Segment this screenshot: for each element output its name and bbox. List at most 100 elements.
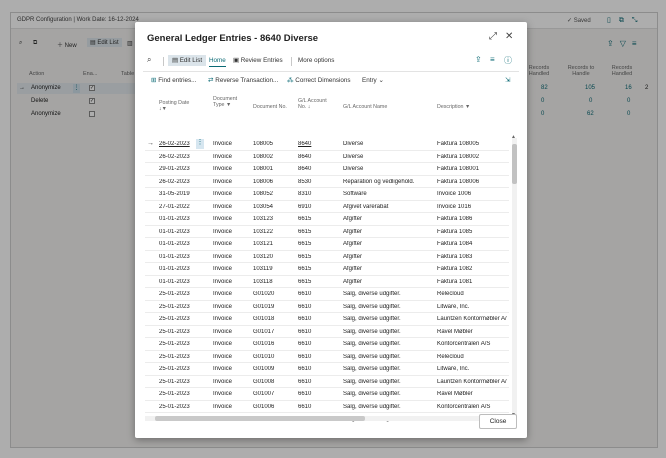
cell-acct[interactable]: 8640 [298,154,338,160]
cell-doc[interactable]: G01017 [253,329,293,335]
cell-date[interactable]: 25-01-2023 [159,329,199,335]
more-options-button[interactable]: More options [298,57,334,64]
cell-acct[interactable]: 8640 [298,166,338,172]
cell-date[interactable]: 25-01-2023 [159,291,199,297]
find-entries-button[interactable]: ⊞ Find entries... [151,77,196,84]
cell-doc[interactable]: G01010 [253,354,293,360]
cell-date[interactable]: 25-01-2023 [159,391,199,397]
cell-date[interactable]: 27-01-2022 [159,204,199,210]
cell-date[interactable]: 25-01-2023 [159,341,199,347]
cell-acct[interactable]: 6610 [298,366,338,372]
cell-acct[interactable]: 6610 [298,404,338,410]
cell-acct[interactable]: 6610 [298,291,338,297]
close-icon[interactable]: ✕ [505,31,513,42]
cell-doc[interactable]: G01018 [253,316,293,322]
cell-date[interactable]: 26-02-2023 [159,154,199,160]
vertical-scrollbar[interactable] [512,138,517,422]
cell-acct[interactable]: 6615 [298,266,338,272]
table-row[interactable]: 01-01-2023 Invoice 103122 6615 Afgifter Faktu… [145,226,509,238]
cell-acct[interactable]: 6615 [298,241,338,247]
cell-acct[interactable]: 6610 [298,379,338,385]
cell-acct[interactable]: 6610 [298,341,338,347]
personalize-icon[interactable]: ⇲ [505,77,510,84]
entry-menu[interactable]: Entry ⌄ [362,77,384,84]
cell-doc[interactable]: 103120 [253,254,293,260]
table-row[interactable]: 27-01-2022 Invoice 103054 6910 Afgivet varer… [145,201,509,213]
share-icon[interactable]: ⇪ [475,55,482,64]
table-row[interactable]: 01-01-2023 Invoice 103119 6615 Afgifter Faktu… [145,263,509,276]
cell-date[interactable]: 26-02-2023 [159,141,199,147]
cell-acct[interactable]: 6615 [298,216,338,222]
cell-date[interactable]: 29-01-2023 [159,166,199,172]
expand-icon[interactable]: ⤢ [489,31,497,42]
cell-acct[interactable]: 6615 [298,229,338,235]
cell-doc[interactable]: G01008 [253,379,293,385]
cell-date[interactable]: 25-01-2023 [159,379,199,385]
cell-doc[interactable]: G01020 [253,291,293,297]
info-icon[interactable]: ⓘ [504,55,512,66]
cell-doc[interactable]: 103119 [253,266,293,272]
table-row[interactable]: 01-01-2023 Invoice 103121 6615 Afgifter Faktu… [145,238,509,251]
cell-date[interactable]: 26-02-2023 [159,179,199,185]
table-row[interactable]: 26-02-2023 Invoice 108002 8640 Diverse Faktur… [145,151,509,163]
col-posting-date[interactable]: Posting Date ↓▼ [159,100,189,112]
cell-doc[interactable]: G01016 [253,341,293,347]
cell-date[interactable]: 25-01-2023 [159,366,199,372]
cell-date[interactable]: 25-01-2023 [159,354,199,360]
cell-doc[interactable]: 103123 [253,216,293,222]
table-row[interactable]: 31-05-2019 Invoice 108052 8310 Software Invoi… [145,188,509,201]
cell-acct[interactable]: 6910 [298,204,338,210]
table-row[interactable]: 25-01-2023 Invoice G01018 6610 Salg, diverse… [145,313,509,326]
table-row[interactable]: → ⋮ 26-02-2023 Invoice 108005 8640 Diverse Fakt… [145,138,509,151]
col-description[interactable]: Description ▼ [437,104,470,110]
cell-doc[interactable]: 108052 [253,191,293,197]
table-row[interactable]: 26-02-2023 Invoice 108006 8530 Reparation og… [145,176,509,188]
list-view-icon[interactable]: ≡ [490,55,495,64]
cell-date[interactable]: 01-01-2023 [159,216,199,222]
cell-date[interactable]: 01-01-2023 [159,279,199,285]
cell-acct[interactable]: 8530 [298,179,338,185]
cell-acct[interactable]: 6610 [298,329,338,335]
col-gl-account-no[interactable]: G/L Account No. ↓ [298,98,328,110]
table-row[interactable]: 29-01-2023 Invoice 108001 8640 Diverse Faktur… [145,163,509,176]
search-icon[interactable]: ⌕ [147,55,151,65]
tab-home[interactable]: Home [209,57,226,67]
reverse-transaction-button[interactable]: ⇄ Reverse Transaction... [208,77,278,84]
cell-doc[interactable]: 103121 [253,241,293,247]
cell-doc[interactable]: 108002 [253,154,293,160]
cell-date[interactable]: 31-05-2019 [159,191,199,197]
cell-date[interactable]: 25-01-2023 [159,316,199,322]
cell-date[interactable]: 01-01-2023 [159,241,199,247]
cell-doc[interactable]: 103118 [253,279,293,285]
cell-date[interactable]: 01-01-2023 [159,254,199,260]
table-row[interactable]: 25-01-2023 Invoice G01017 6610 Salg, diverse… [145,326,509,338]
cell-date[interactable]: 25-01-2023 [159,404,199,410]
table-row[interactable]: 25-01-2023 Invoice G01009 6610 Salg, diverse… [145,363,509,376]
table-row[interactable]: 25-01-2023 Invoice G01006 6610 Salg, diverse… [145,401,509,413]
cell-doc[interactable]: 108006 [253,179,293,185]
col-document-no[interactable]: Document No. [253,104,287,110]
table-row[interactable]: 25-01-2023 Invoice G01016 6610 Salg, diverse… [145,338,509,351]
table-row[interactable]: 25-01-2023 Invoice G01010 6610 Salg, diverse… [145,351,509,363]
cell-doc[interactable]: 103054 [253,204,293,210]
cell-doc[interactable]: 108001 [253,166,293,172]
cell-acct[interactable]: 6610 [298,316,338,322]
cell-acct[interactable]: 6615 [298,279,338,285]
cell-doc[interactable]: 108005 [253,141,293,147]
correct-dimensions-button[interactable]: ⁂ Correct Dimensions [287,77,351,84]
cell-doc[interactable]: G01007 [253,391,293,397]
cell-date[interactable]: 25-01-2023 [159,304,199,310]
cell-doc[interactable]: 103122 [253,229,293,235]
cell-date[interactable]: 01-01-2023 [159,266,199,272]
horizontal-scrollbar[interactable] [145,416,509,421]
cell-date[interactable]: 01-01-2023 [159,229,199,235]
table-row[interactable]: 25-01-2023 Invoice G01019 6610 Salg, diverse… [145,301,509,313]
table-row[interactable]: 25-01-2023 Invoice G01007 6610 Salg, diverse… [145,388,509,401]
edit-list-button[interactable]: ▤ Edit List [168,55,207,66]
scroll-thumb[interactable] [512,144,517,184]
table-row[interactable]: 01-01-2023 Invoice 103123 6615 Afgifter Faktu… [145,213,509,226]
hscroll-thumb[interactable] [155,416,365,421]
cell-acct[interactable]: 6610 [298,391,338,397]
cell-acct[interactable]: 8310 [298,191,338,197]
table-row[interactable]: 25-01-2023 Invoice G01008 6610 Salg, diverse… [145,376,509,388]
